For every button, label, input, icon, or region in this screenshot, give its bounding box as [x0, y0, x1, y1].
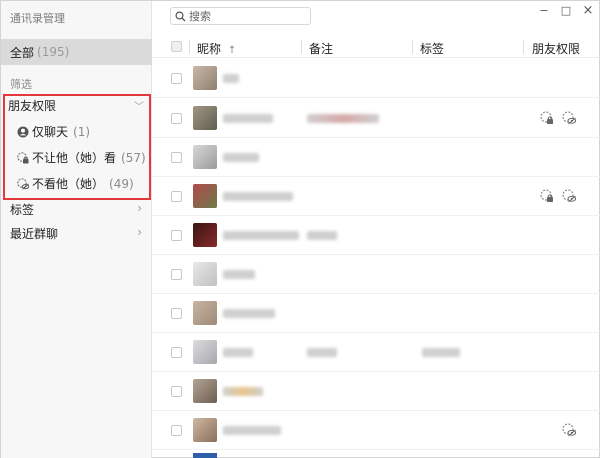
nickname-redacted — [223, 153, 259, 162]
table-row[interactable] — [152, 255, 600, 294]
sidebar-item-all[interactable]: 全部 (195) — [1, 39, 152, 65]
nickname-redacted — [223, 74, 239, 83]
nickname-redacted — [223, 309, 275, 318]
column-divider — [189, 40, 190, 54]
row-checkbox[interactable] — [171, 230, 182, 241]
table-row[interactable] — [152, 411, 600, 450]
contacts-panel: − □ × 昵称 ↑ 备注 标签 朋友权限 — [152, 1, 600, 458]
column-header-friend-permission[interactable]: 朋友权限 — [532, 40, 580, 57]
sidebar-item-chat-only-label: 仅聊天 — [32, 125, 69, 139]
avatar — [193, 66, 217, 90]
table-row[interactable] — [152, 294, 600, 333]
friend-permission-label: 朋友权限 — [8, 99, 57, 113]
sidebar-item-hide-their-moments-count: (49) — [109, 176, 134, 191]
avatar — [193, 301, 217, 325]
nickname-redacted — [223, 426, 281, 435]
nickname-redacted — [223, 114, 273, 123]
sidebar: 通讯录管理 全部 (195) 筛选 朋友权限 ﹀ 仅聊天 (1) 不让他（她）看… — [1, 1, 152, 458]
remark-redacted — [307, 114, 379, 123]
person-icon — [17, 126, 29, 137]
nickname-redacted — [223, 231, 299, 240]
lock-icon — [540, 189, 553, 202]
row-checkbox[interactable] — [171, 73, 182, 84]
sidebar-item-tags[interactable]: 标签 › — [10, 201, 142, 218]
search-icon — [175, 10, 186, 21]
sidebar-item-chat-only-count: (1) — [73, 124, 91, 139]
sidebar-item-all-count: (195) — [37, 45, 70, 59]
column-header-tags[interactable]: 标签 — [420, 40, 444, 57]
moments-eye-off-icon — [17, 177, 29, 190]
avatar — [193, 223, 217, 247]
avatar — [193, 145, 217, 169]
eye-off-icon — [562, 111, 576, 125]
contacts-manager-window: 通讯录管理 全部 (195) 筛选 朋友权限 ﹀ 仅聊天 (1) 不让他（她）看… — [0, 0, 600, 458]
sidebar-item-recent-groups-label: 最近群聊 — [10, 227, 59, 241]
avatar — [193, 262, 217, 286]
sidebar-item-hide-their-moments[interactable]: 不看他（她） (49) — [17, 175, 134, 192]
remark-redacted — [307, 348, 337, 357]
chevron-down-icon: ﹀ — [134, 102, 144, 113]
lock-icon — [540, 111, 553, 124]
sidebar-item-hide-my-moments-count: (57) — [121, 150, 146, 165]
table-row[interactable] — [152, 372, 600, 411]
avatar — [193, 418, 217, 442]
table-header: 昵称 ↑ 备注 标签 朋友权限 — [152, 36, 600, 58]
column-header-remark[interactable]: 备注 — [309, 40, 333, 57]
chevron-right-icon: › — [137, 225, 142, 239]
minimize-button[interactable]: − — [536, 4, 552, 18]
row-checkbox[interactable] — [171, 425, 182, 436]
column-header-nickname-label: 昵称 — [197, 42, 222, 56]
app-title: 通讯录管理 — [10, 12, 65, 25]
sidebar-item-hide-their-moments-label: 不看他（她） — [32, 177, 105, 191]
filter-section-label: 筛选 — [10, 78, 32, 91]
sort-arrow-icon: ↑ — [227, 45, 237, 56]
avatar — [193, 453, 217, 458]
eye-off-icon — [562, 423, 576, 437]
avatar — [193, 106, 217, 130]
column-divider — [412, 40, 413, 54]
table-row[interactable] — [152, 99, 600, 138]
sidebar-item-hide-my-moments[interactable]: 不让他（她）看 (57) — [17, 149, 146, 166]
column-header-nickname[interactable]: 昵称 ↑ — [197, 40, 236, 57]
sidebar-item-hide-my-moments-label: 不让他（她）看 — [32, 151, 117, 165]
nickname-redacted — [223, 192, 293, 201]
sidebar-group-friend-permission[interactable]: 朋友权限 ﹀ — [8, 97, 144, 114]
chevron-right-icon: › — [137, 201, 142, 215]
nickname-redacted — [223, 348, 253, 357]
sidebar-item-tags-label: 标签 — [10, 203, 35, 217]
moments-lock-icon — [17, 151, 29, 163]
column-divider — [523, 40, 524, 54]
avatar — [193, 379, 217, 403]
avatar — [193, 340, 217, 364]
table-row[interactable] — [152, 333, 600, 372]
row-checkbox[interactable] — [171, 386, 182, 397]
sidebar-item-recent-groups[interactable]: 最近群聊 › — [10, 225, 142, 242]
sidebar-item-all-label: 全部 — [10, 45, 35, 60]
row-checkbox[interactable] — [171, 347, 182, 358]
row-checkbox[interactable] — [171, 269, 182, 280]
row-checkbox[interactable] — [171, 308, 182, 319]
column-divider — [301, 40, 302, 54]
row-checkbox[interactable] — [171, 191, 182, 202]
remark-redacted — [307, 231, 337, 240]
row-checkbox[interactable] — [171, 152, 182, 163]
search-box[interactable] — [170, 7, 311, 25]
close-button[interactable]: × — [580, 4, 596, 18]
avatar — [193, 184, 217, 208]
table-row[interactable] — [152, 177, 600, 216]
table-row[interactable] — [152, 138, 600, 177]
table-row[interactable] — [152, 59, 600, 98]
table-row[interactable] — [152, 216, 600, 255]
search-input[interactable] — [189, 9, 299, 23]
select-all-checkbox[interactable] — [171, 41, 182, 52]
eye-off-icon — [562, 189, 576, 203]
sidebar-item-chat-only[interactable]: 仅聊天 (1) — [17, 123, 90, 140]
maximize-button[interactable]: □ — [558, 4, 574, 18]
row-checkbox[interactable] — [171, 113, 182, 124]
tags-redacted — [422, 348, 460, 357]
nickname-redacted — [223, 270, 255, 279]
nickname-redacted — [223, 387, 263, 396]
